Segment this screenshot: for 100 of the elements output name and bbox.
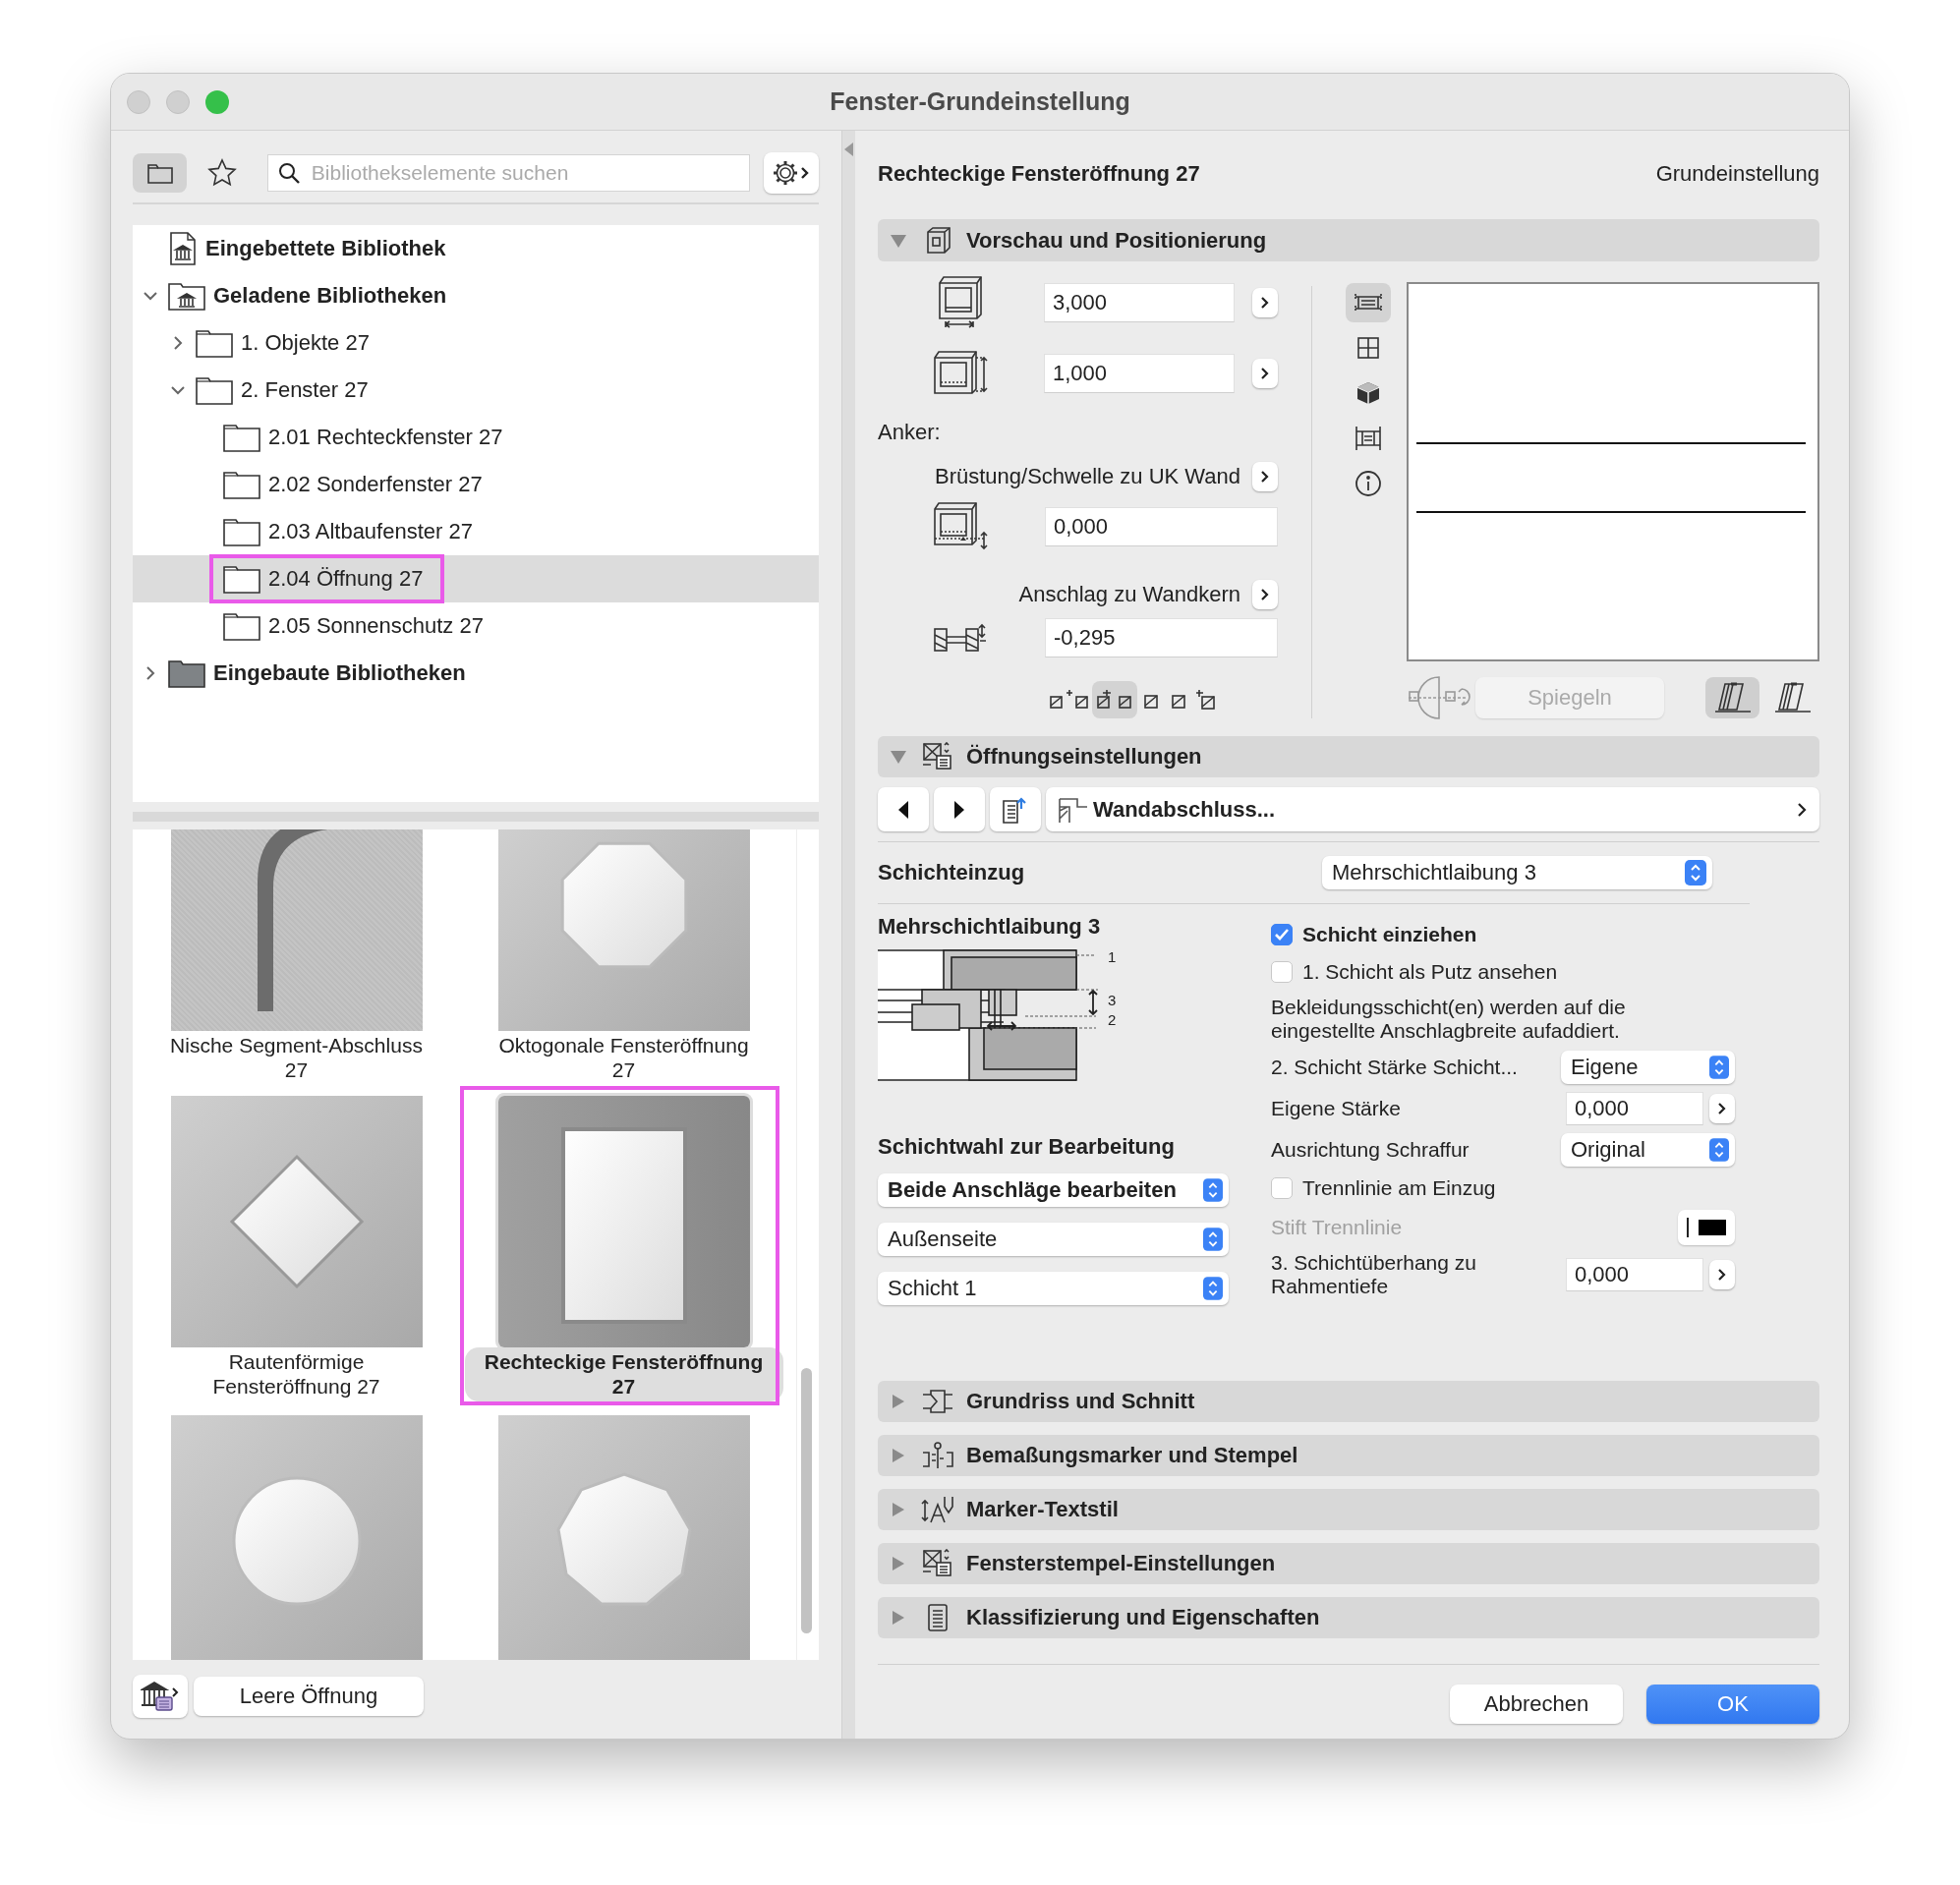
anchor-icon (1195, 689, 1217, 711)
chevron-right-icon (1716, 1268, 1728, 1282)
option-label: 3. Schichtüberhang zu Rahmentiefe (1271, 1251, 1477, 1298)
folder-view-button[interactable] (133, 153, 188, 193)
anchor-icon (1095, 689, 1134, 711)
window-list-icon (921, 1549, 954, 1578)
updown-chevron-icon (1709, 1138, 1729, 1162)
more-button[interactable] (1252, 287, 1278, 317)
number-field[interactable]: 0,000 (1566, 1092, 1703, 1125)
tree-item[interactable]: 2.04 Öffnung 27 (133, 555, 819, 602)
checkbox-label[interactable]: Trennlinie am Einzug (1302, 1176, 1496, 1200)
tree-item[interactable]: 2. Fenster 27 (133, 367, 819, 414)
page-list-button[interactable] (990, 787, 1041, 831)
width-field[interactable]: 3,000 (1044, 282, 1235, 322)
more-button[interactable] (1252, 580, 1278, 609)
tree-item[interactable]: 2.05 Sonnenschutz 27 (133, 602, 819, 650)
chevron-right-icon (1716, 1102, 1728, 1115)
tree-item[interactable]: 2.01 Rechteckfenster 27 (133, 414, 819, 461)
settings-mode-label: Grundeinstellung (1655, 161, 1819, 187)
option-dropdown[interactable]: Original (1561, 1133, 1735, 1167)
layer-edit-dropdown[interactable]: Schicht 1 (878, 1272, 1229, 1305)
hint-text: Bekleidungsschicht(en) werden auf die eingestellte Anschlagbreite aufaddiert. (1271, 996, 1627, 1043)
option-label: Eigene Stärke (1271, 1097, 1402, 1120)
layer-number-label: 2 (1108, 1012, 1117, 1028)
anchor-icon (1050, 689, 1089, 711)
scrollbar[interactable] (801, 1368, 812, 1633)
sill-height-field[interactable]: 0,000 (1045, 507, 1278, 546)
search-field[interactable]: Bibliothekselemente suchen (266, 154, 750, 192)
layer-edit-dropdown[interactable]: Beide Anschläge bearbeiten (878, 1173, 1229, 1207)
section-header[interactable]: Öffnungseinstellungen (878, 736, 1819, 777)
chevron-right-icon (1259, 295, 1271, 310)
updown-chevron-icon (1203, 1277, 1223, 1300)
library-list-icon (141, 1681, 180, 1712)
view-tab[interactable] (1345, 283, 1391, 322)
tree-item[interactable]: 1. Objekte 27 (133, 319, 819, 367)
window-height-icon (932, 349, 990, 397)
more-button[interactable] (1252, 358, 1278, 388)
empty-opening-button[interactable]: Leere Öffnung (194, 1677, 424, 1716)
tree-item[interactable]: Eingebaute Bibliotheken (133, 650, 819, 697)
star-icon (207, 158, 238, 188)
more-button[interactable] (1709, 1094, 1735, 1123)
library-item[interactable]: Rautenförmige Fensteröffnung 27 (133, 1086, 460, 1405)
previous-page-button[interactable] (878, 787, 929, 831)
chevron-right-icon (1259, 366, 1271, 380)
checkbox-label[interactable]: Schicht einziehen (1302, 923, 1477, 946)
library-item[interactable]: Rechteckige Fensteröffnung 27 (460, 1086, 787, 1405)
cancel-button[interactable]: Abbrechen (1450, 1685, 1623, 1724)
section-header[interactable]: Bemaßungsmarker und Stempel (878, 1435, 1819, 1476)
info-icon (1353, 469, 1383, 498)
next-page-button[interactable] (934, 787, 985, 831)
layer-number-label: 1 (1108, 949, 1117, 965)
settings-button[interactable] (763, 152, 819, 194)
reveal-offset-field[interactable]: -0,295 (1045, 618, 1278, 657)
page-selector-button[interactable]: Wandabschluss... (1046, 787, 1819, 831)
mirror-icon (1407, 675, 1471, 720)
tree-item[interactable]: 2.03 Altbaufenster 27 (133, 508, 819, 555)
checkbox-label[interactable]: 1. Schicht als Putz ansehen (1302, 960, 1558, 984)
chevron-right-icon (1259, 588, 1271, 601)
section-header[interactable]: Grundriss und Schnitt (878, 1381, 1819, 1422)
option-label: 2. Schicht Stärke Schicht... (1271, 1056, 1519, 1079)
number-field[interactable]: 0,000 (1566, 1258, 1703, 1291)
library-manager-button[interactable] (133, 1675, 188, 1718)
tree-item[interactable]: Eingebettete Bibliothek (133, 225, 819, 272)
item-title: Rechteckige Fensteröffnung 27 (878, 161, 1200, 187)
library-item[interactable]: Oktogonale Fensteröffnung 27 (460, 829, 787, 1086)
triangle-right-icon (952, 799, 966, 820)
chevron-right-icon (1259, 470, 1271, 484)
section-header[interactable]: Klassifizierung und Eigenschaften (878, 1597, 1819, 1638)
library-item[interactable]: Nische Segment-Abschluss 27 (133, 829, 460, 1086)
anchor-option-button[interactable] (1092, 681, 1137, 718)
layer-edit-dropdown[interactable]: Außenseite (878, 1223, 1229, 1256)
chevron-right-icon (1796, 801, 1808, 818)
folder-icon (223, 517, 260, 546)
search-icon (276, 161, 301, 185)
window-list-icon (921, 742, 954, 771)
checkbox[interactable] (1271, 961, 1293, 983)
height-field[interactable]: 1,000 (1044, 353, 1235, 393)
tree-item[interactable]: Geladene Bibliotheken (133, 272, 819, 319)
section-header[interactable]: Marker-Textstil (878, 1489, 1819, 1530)
more-button[interactable] (1252, 462, 1278, 491)
reveal-side-icon (1772, 681, 1813, 714)
layer-indent-dropdown[interactable]: Mehrschichtlaibung 3 (1322, 856, 1712, 889)
diagram-title: Mehrschichtlaibung 3 (878, 913, 1102, 941)
layer-number-label: 3 (1108, 993, 1117, 1008)
option-label: Ausrichtung Schraffur (1271, 1138, 1470, 1162)
section-header[interactable]: Fensterstempel-Einstellungen (878, 1543, 1819, 1584)
checkbox[interactable] (1271, 924, 1293, 945)
anchor-label: Anker: (878, 419, 942, 445)
updown-chevron-icon (1709, 1056, 1729, 1079)
section-header[interactable]: Vorschau und Positionierung (878, 219, 1819, 261)
option-dropdown[interactable]: Eigene (1561, 1051, 1735, 1084)
folder-icon (146, 162, 173, 184)
text-style-icon (921, 1495, 954, 1524)
opening-side-button[interactable] (1705, 677, 1759, 718)
window-title: Fenster-Grundeinstellung (830, 87, 1130, 116)
ok-button[interactable]: OK (1646, 1685, 1819, 1724)
more-button[interactable] (1709, 1260, 1735, 1289)
dimension-marker-icon (921, 1441, 954, 1470)
checkbox[interactable] (1271, 1177, 1293, 1199)
tree-item[interactable]: 2.02 Sonderfenster 27 (133, 461, 819, 508)
